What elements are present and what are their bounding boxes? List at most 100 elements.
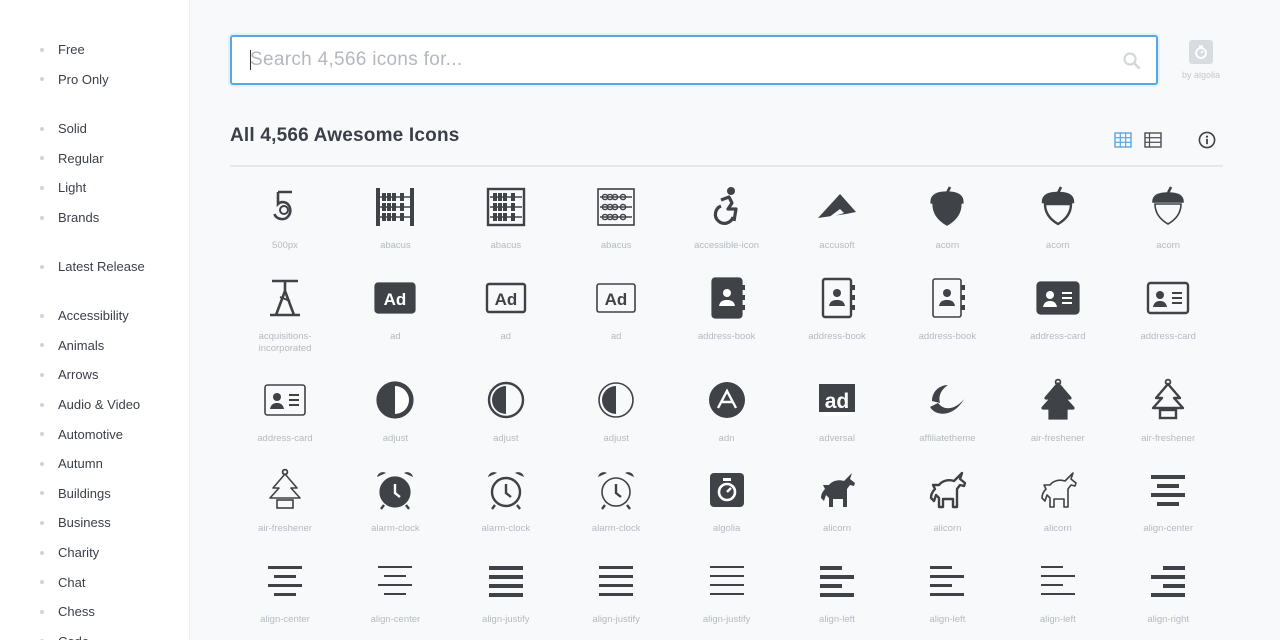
sidebar-item[interactable]: Buildings xyxy=(0,479,189,509)
sidebar-item[interactable]: Chat xyxy=(0,567,189,597)
icon-tile[interactable]: align-justify xyxy=(672,546,782,626)
icon-tile[interactable]: acquisitions-incorporated xyxy=(230,263,340,355)
text-caret xyxy=(250,50,251,70)
icon-tile-label: acquisitions-incorporated xyxy=(258,331,312,354)
icon-tile[interactable]: align-center xyxy=(230,546,340,626)
align-right-icon xyxy=(1151,566,1186,597)
sidebar-item[interactable]: Autumn xyxy=(0,449,189,479)
bullet-dot-icon xyxy=(40,126,44,131)
icon-tile[interactable]: align-center xyxy=(340,546,450,626)
icon-tile[interactable]: acorn xyxy=(1113,172,1223,252)
icon-tile[interactable]: Ad ad xyxy=(451,263,561,343)
sidebar-item[interactable]: Chess xyxy=(0,597,189,627)
sidebar-item[interactable]: Business xyxy=(0,508,189,538)
abacus-icon xyxy=(597,188,635,226)
icon-tile[interactable]: address-book xyxy=(672,263,782,343)
icon-tile[interactable]: alicorn xyxy=(782,455,892,535)
acquisitions-incorporated-icon xyxy=(270,279,300,317)
search-input[interactable] xyxy=(232,37,1092,83)
svg-text:Ad: Ad xyxy=(605,290,628,309)
icon-tile[interactable]: abacus xyxy=(451,172,561,252)
icon-tile[interactable]: acorn xyxy=(892,172,1002,252)
sidebar-item[interactable]: Animals xyxy=(0,331,189,361)
icon-tile[interactable]: Ad ad xyxy=(340,263,450,343)
acorn-icon xyxy=(1152,186,1184,225)
sidebar: Free Pro Only Solid Regular Light Brands Lat… xyxy=(0,0,190,640)
icon-tile[interactable]: align-left xyxy=(892,546,1002,626)
sidebar-item[interactable]: Arrows xyxy=(0,360,189,390)
adjust-icon xyxy=(487,381,524,419)
icon-tile[interactable]: alarm-clock xyxy=(451,455,561,535)
sidebar-item[interactable]: Solid xyxy=(0,114,189,144)
sidebar-item-label: Brands xyxy=(58,210,100,226)
align-justify-icon xyxy=(488,566,523,597)
icon-tile[interactable]: 500px xyxy=(230,172,340,252)
sidebar-item[interactable]: Code xyxy=(0,627,189,640)
sidebar-item-label: Business xyxy=(58,515,111,531)
icon-tile[interactable]: align-right xyxy=(1113,546,1223,626)
search-icon[interactable] xyxy=(1122,51,1142,71)
sidebar-item[interactable]: Latest Release xyxy=(0,252,189,282)
icon-tile[interactable]: align-justify xyxy=(561,546,671,626)
icon-tile[interactable]: alicorn xyxy=(1003,455,1113,535)
algolia-badge[interactable]: by algolia xyxy=(1178,40,1224,80)
icon-tile[interactable]: address-card xyxy=(230,365,340,445)
icon-tile[interactable]: ad adversal xyxy=(782,365,892,445)
sidebar-item[interactable]: Pro Only xyxy=(0,65,189,95)
sidebar-item-label: Latest Release xyxy=(58,259,145,275)
sidebar-item-label: Automotive xyxy=(58,426,124,442)
icon-tile[interactable]: air-freshener xyxy=(230,455,340,535)
icon-tile-label: acorn xyxy=(935,240,960,251)
bullet-dot-icon xyxy=(40,313,44,318)
sidebar-item[interactable]: Regular xyxy=(0,144,189,174)
icon-tile[interactable]: alarm-clock xyxy=(340,455,450,535)
icon-tile[interactable]: abacus xyxy=(340,172,450,252)
grid-icon[interactable] xyxy=(1114,131,1132,149)
icon-tile[interactable]: address-book xyxy=(782,263,892,343)
icon-tile-label: align-left xyxy=(819,614,855,625)
icon-tile[interactable]: algolia xyxy=(672,455,782,535)
icon-tile[interactable]: adjust xyxy=(340,365,450,445)
air-freshener-icon xyxy=(1041,378,1075,420)
sidebar-item[interactable]: Automotive xyxy=(0,419,189,449)
sidebar-item[interactable]: Light xyxy=(0,173,189,203)
icon-tile[interactable]: align-justify xyxy=(451,546,561,626)
icon-tile[interactable]: address-card xyxy=(1113,263,1223,343)
align-center-icon xyxy=(378,566,413,595)
icon-tile-label: alicorn xyxy=(933,523,962,534)
list-icon[interactable] xyxy=(1144,131,1162,149)
icon-tile[interactable]: air-freshener xyxy=(1113,365,1223,445)
info-icon[interactable] xyxy=(1198,131,1216,149)
bullet-dot-icon xyxy=(40,520,44,525)
icon-tile[interactable]: accessible-icon xyxy=(672,172,782,252)
icon-tile[interactable]: adjust xyxy=(451,365,561,445)
icon-tile[interactable]: adn xyxy=(672,365,782,445)
bullet-dot-icon xyxy=(40,185,44,190)
abacus-icon xyxy=(376,188,415,226)
icon-tile[interactable]: air-freshener xyxy=(1003,365,1113,445)
sidebar-license-filters: Free Pro Only xyxy=(0,35,189,95)
alicorn-icon xyxy=(821,473,855,507)
icon-tile[interactable]: alarm-clock xyxy=(561,455,671,535)
icon-tile[interactable]: align-left xyxy=(1003,546,1113,626)
ad-icon: Ad xyxy=(485,282,526,314)
icon-tile[interactable]: acorn xyxy=(1003,172,1113,252)
icon-tile[interactable]: accusoft xyxy=(782,172,892,252)
icon-tile[interactable]: alicorn xyxy=(892,455,1002,535)
icon-tile[interactable]: align-center xyxy=(1113,455,1223,535)
icon-tile[interactable]: address-card xyxy=(1003,263,1113,343)
align-justify-icon xyxy=(709,566,744,595)
sidebar-item[interactable]: Free xyxy=(0,35,189,65)
sidebar-item-label: Charity xyxy=(58,545,100,561)
sidebar-item[interactable]: Charity xyxy=(0,538,189,568)
icon-tile[interactable]: affiliatetheme xyxy=(892,365,1002,445)
sidebar-item[interactable]: Audio & Video xyxy=(0,390,189,420)
adjust-icon xyxy=(598,382,634,418)
icon-tile[interactable]: adjust xyxy=(561,365,671,445)
icon-tile[interactable]: Ad ad xyxy=(561,263,671,343)
icon-tile[interactable]: address-book xyxy=(892,263,1002,343)
sidebar-item[interactable]: Brands xyxy=(0,203,189,233)
icon-tile[interactable]: align-left xyxy=(782,546,892,626)
sidebar-item[interactable]: Accessibility xyxy=(0,301,189,331)
icon-tile[interactable]: abacus xyxy=(561,172,671,252)
